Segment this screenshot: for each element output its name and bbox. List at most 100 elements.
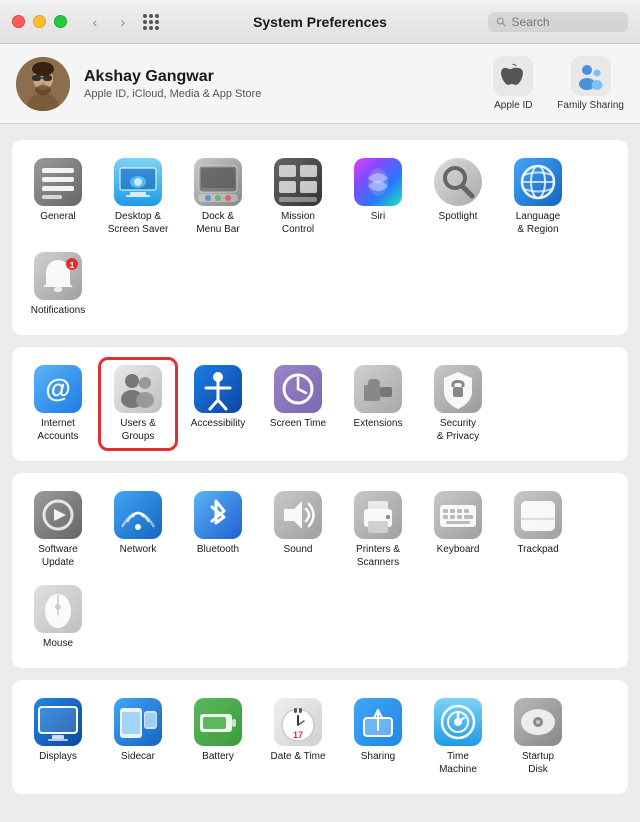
trackpad-icon	[514, 491, 562, 539]
siri-label: Siri	[371, 210, 385, 223]
title-bar: ‹ › System Preferences	[0, 0, 640, 44]
minimize-button[interactable]	[33, 15, 46, 28]
notifications-label: Notifications	[31, 304, 85, 317]
profile-subtitle: Apple ID, iCloud, Media & App Store	[84, 88, 261, 100]
apple-id-button[interactable]: Apple ID	[493, 56, 533, 111]
keyboard-icon	[434, 491, 482, 539]
pref-item-sidecar[interactable]: Sidecar	[100, 692, 176, 782]
screentime-label: Screen Time	[270, 417, 326, 430]
accessibility-icon	[194, 365, 242, 413]
avatar	[16, 57, 70, 111]
family-sharing-icon	[571, 56, 611, 96]
sidecar-icon	[114, 698, 162, 746]
network-label: Network	[120, 543, 157, 556]
battery-label: Battery	[202, 750, 234, 763]
pref-item-accessibility[interactable]: Accessibility	[180, 359, 256, 449]
maximize-button[interactable]	[54, 15, 67, 28]
pref-item-sharing[interactable]: Sharing	[340, 692, 416, 782]
dock-label: Dock & Menu Bar	[196, 210, 239, 236]
forward-button[interactable]: ›	[111, 12, 135, 32]
pref-item-dock[interactable]: Dock & Menu Bar	[180, 152, 256, 242]
sound-icon	[274, 491, 322, 539]
siri-icon	[354, 158, 402, 206]
screentime-icon	[274, 365, 322, 413]
pref-item-siri[interactable]: Siri	[340, 152, 416, 242]
pref-item-sound[interactable]: Sound	[260, 485, 336, 575]
bluetooth-icon	[194, 491, 242, 539]
pref-item-datetime[interactable]: 17 Date & Time	[260, 692, 336, 782]
svg-text:1: 1	[70, 261, 75, 270]
close-button[interactable]	[12, 15, 25, 28]
battery-icon	[194, 698, 242, 746]
mouse-label: Mouse	[43, 637, 73, 650]
search-box[interactable]	[488, 12, 628, 32]
general-icon	[34, 158, 82, 206]
section-section2: @Internet AccountsUsers & GroupsAccessib…	[12, 347, 628, 461]
family-sharing-button[interactable]: Family Sharing	[557, 56, 624, 111]
family-sharing-label: Family Sharing	[557, 100, 624, 111]
pref-item-language[interactable]: Language & Region	[500, 152, 576, 242]
displays-label: Displays	[39, 750, 77, 763]
startup-icon	[514, 698, 562, 746]
security-label: Security & Privacy	[437, 417, 479, 443]
pref-item-mouse[interactable]: Mouse	[20, 579, 96, 656]
printers-icon	[354, 491, 402, 539]
apple-id-icon	[493, 56, 533, 96]
extensions-label: Extensions	[354, 417, 403, 430]
pref-item-mission[interactable]: Mission Control	[260, 152, 336, 242]
desktop-label: Desktop & Screen Saver	[108, 210, 169, 236]
pref-item-security[interactable]: Security & Privacy	[420, 359, 496, 449]
network-icon	[114, 491, 162, 539]
spotlight-icon	[434, 158, 482, 206]
section-section1: General Desktop & Screen Saver Dock & Menu…	[12, 140, 628, 335]
pref-item-extensions[interactable]: Extensions	[340, 359, 416, 449]
grid-view-button[interactable]	[139, 12, 163, 32]
pref-item-notifications[interactable]: 1 Notifications	[20, 246, 96, 323]
nav-buttons: ‹ ›	[83, 12, 135, 32]
language-label: Language & Region	[516, 210, 561, 236]
software-icon	[34, 491, 82, 539]
pref-item-displays[interactable]: Displays	[20, 692, 96, 782]
mission-label: Mission Control	[281, 210, 315, 236]
window-title: System Preferences	[253, 14, 387, 30]
pref-item-network[interactable]: Network	[100, 485, 176, 575]
search-icon	[496, 16, 507, 28]
pref-item-desktop[interactable]: Desktop & Screen Saver	[100, 152, 176, 242]
dock-icon	[194, 158, 242, 206]
internet-label: Internet Accounts	[37, 417, 78, 443]
apple-id-label: Apple ID	[494, 100, 532, 111]
pref-item-trackpad[interactable]: Trackpad	[500, 485, 576, 575]
spotlight-label: Spotlight	[439, 210, 478, 223]
pref-item-general[interactable]: General	[20, 152, 96, 242]
startup-label: Startup Disk	[522, 750, 554, 776]
pref-item-screentime[interactable]: Screen Time	[260, 359, 336, 449]
profile-left: Akshay Gangwar Apple ID, iCloud, Media &…	[16, 57, 261, 111]
pref-item-users[interactable]: Users & Groups	[100, 359, 176, 449]
section-section4: Displays Sidecar Battery 17 Date & Time Shari…	[12, 680, 628, 794]
svg-text:17: 17	[293, 730, 303, 740]
pref-item-printers[interactable]: Printers & Scanners	[340, 485, 416, 575]
pref-item-timemachine[interactable]: Time Machine	[420, 692, 496, 782]
profile-bar: Akshay Gangwar Apple ID, iCloud, Media &…	[0, 44, 640, 124]
grid-icon	[143, 14, 159, 30]
security-icon	[434, 365, 482, 413]
pref-item-internet[interactable]: @Internet Accounts	[20, 359, 96, 449]
section-section3: Software Update Network Bluetooth Sound Prin…	[12, 473, 628, 668]
pref-item-keyboard[interactable]: Keyboard	[420, 485, 496, 575]
sound-label: Sound	[284, 543, 313, 556]
pref-item-spotlight[interactable]: Spotlight	[420, 152, 496, 242]
avatar-image	[16, 57, 70, 111]
displays-icon	[34, 698, 82, 746]
sharing-icon	[354, 698, 402, 746]
pref-item-startup[interactable]: Startup Disk	[500, 692, 576, 782]
desktop-icon	[114, 158, 162, 206]
timemachine-icon	[434, 698, 482, 746]
bluetooth-label: Bluetooth	[197, 543, 239, 556]
pref-item-bluetooth[interactable]: Bluetooth	[180, 485, 256, 575]
search-input[interactable]	[512, 15, 621, 29]
software-label: Software Update	[38, 543, 77, 569]
pref-item-software[interactable]: Software Update	[20, 485, 96, 575]
back-button[interactable]: ‹	[83, 12, 107, 32]
datetime-label: Date & Time	[270, 750, 325, 763]
pref-item-battery[interactable]: Battery	[180, 692, 256, 782]
